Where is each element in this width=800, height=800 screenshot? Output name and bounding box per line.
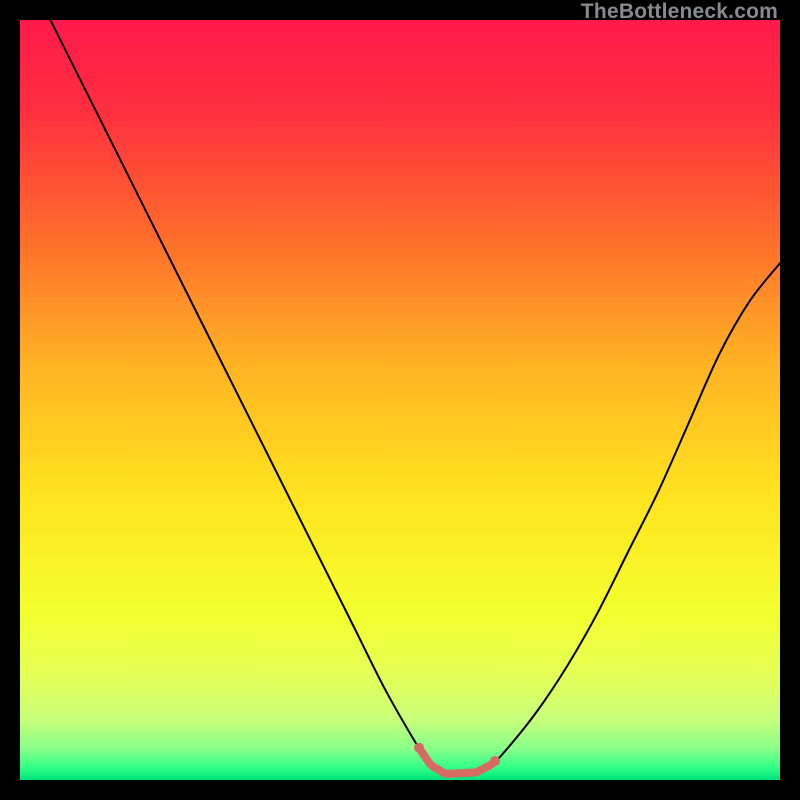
plot-area [20, 20, 780, 780]
watermark-text: TheBottleneck.com [581, 0, 778, 24]
gradient-background [20, 20, 780, 780]
chart-frame: TheBottleneck.com [0, 0, 800, 800]
bottleneck-chart [20, 20, 780, 780]
optimal-range-dot-left [414, 743, 424, 753]
optimal-range-dot-right [490, 756, 500, 766]
